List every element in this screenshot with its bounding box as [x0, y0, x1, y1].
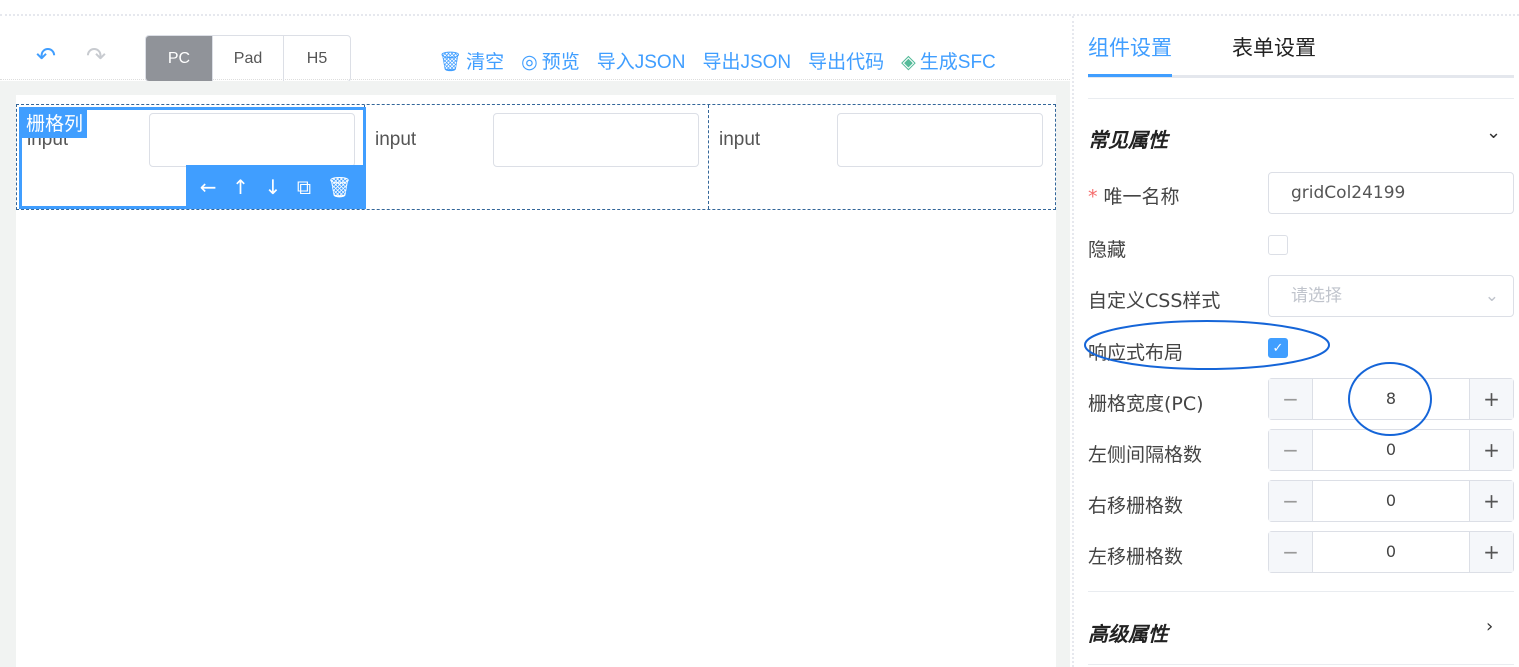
- offset-label: 左侧间隔格数: [1088, 444, 1203, 466]
- eye-icon: ◎: [521, 52, 538, 73]
- chevron-right-icon[interactable]: ›: [1486, 616, 1493, 637]
- export-code-button[interactable]: 导出代码: [808, 47, 884, 74]
- move-up-icon[interactable]: ↑: [232, 175, 249, 199]
- tab-component-settings[interactable]: 组件设置: [1088, 32, 1172, 77]
- device-h5-button[interactable]: H5: [283, 36, 350, 81]
- device-switch: PC Pad H5: [145, 35, 351, 82]
- undo-icon[interactable]: ↶: [36, 44, 56, 68]
- decrement-button[interactable]: −: [1269, 532, 1313, 572]
- advanced-section-title[interactable]: 高级属性: [1088, 618, 1168, 647]
- chevron-down-icon: ⌄: [1484, 286, 1499, 306]
- hidden-checkbox[interactable]: [1268, 235, 1288, 255]
- name-label: * 唯一名称: [1088, 186, 1180, 208]
- grid-col[interactable]: input: [365, 105, 709, 209]
- increment-button[interactable]: +: [1469, 532, 1513, 572]
- css-select[interactable]: 请选择 ⌄: [1268, 275, 1514, 317]
- copy-icon[interactable]: ⧉: [297, 175, 311, 199]
- layers-icon: ◈: [901, 52, 916, 73]
- divider: [1088, 664, 1514, 665]
- tab-form-settings[interactable]: 表单设置: [1232, 32, 1316, 62]
- span-stepper[interactable]: −8 +: [1268, 378, 1514, 420]
- css-label: 自定义CSS样式: [1088, 290, 1221, 312]
- design-canvas: input input input 栅格列 ← ↑ ↓ ⧉ 🗑: [0, 81, 1070, 667]
- span-label: 栅格宽度(PC): [1088, 393, 1204, 415]
- increment-button[interactable]: +: [1469, 379, 1513, 419]
- offset-stepper[interactable]: −0 +: [1268, 429, 1514, 471]
- pull-stepper[interactable]: −0 +: [1268, 531, 1514, 573]
- device-pad-button[interactable]: Pad: [212, 36, 283, 81]
- field-label: input: [375, 129, 417, 150]
- settings-panel: 组件设置 表单设置 常见属性 ⌄ * 唯一名称 gridCol24199 隐藏 自…: [1072, 16, 1519, 667]
- form-board: input input input 栅格列 ← ↑ ↓ ⧉ 🗑: [16, 95, 1056, 667]
- device-pc-button[interactable]: PC: [146, 36, 212, 81]
- toolbar: ↶ ↷ PC Pad H5 🗑 清空 ◎ 预览 导入JSON 导出JSON 导出代码…: [0, 16, 1070, 82]
- redo-icon[interactable]: ↷: [86, 44, 106, 68]
- divider: [1088, 98, 1514, 99]
- trash-icon: 🗑: [438, 52, 463, 73]
- clear-button[interactable]: 🗑 清空: [438, 47, 504, 74]
- delete-icon[interactable]: 🗑: [327, 175, 352, 199]
- input-field[interactable]: [837, 113, 1043, 167]
- chevron-down-icon[interactable]: ⌄: [1486, 122, 1501, 143]
- responsive-checkbox[interactable]: ✓: [1268, 338, 1288, 358]
- move-left-icon[interactable]: ←: [200, 175, 217, 199]
- decrement-button[interactable]: −: [1269, 430, 1313, 470]
- responsive-label: 响应式布局: [1088, 342, 1184, 364]
- field-label: input: [719, 129, 761, 150]
- input-field[interactable]: [493, 113, 699, 167]
- grid-row[interactable]: input input input 栅格列 ← ↑ ↓ ⧉ 🗑: [16, 104, 1056, 210]
- push-label: 右移栅格数: [1088, 495, 1184, 517]
- pull-label: 左移栅格数: [1088, 546, 1184, 568]
- hidden-label: 隐藏: [1088, 239, 1127, 261]
- move-down-icon[interactable]: ↓: [265, 175, 282, 199]
- common-section-title[interactable]: 常见属性: [1088, 124, 1168, 153]
- generate-sfc-button[interactable]: ◈ 生成SFC: [901, 47, 996, 74]
- decrement-button[interactable]: −: [1269, 481, 1313, 521]
- import-json-button[interactable]: 导入JSON: [597, 47, 686, 74]
- increment-button[interactable]: +: [1469, 481, 1513, 521]
- preview-button[interactable]: ◎ 预览: [521, 47, 580, 74]
- selected-tag: 栅格列: [22, 110, 88, 138]
- name-input[interactable]: gridCol24199: [1268, 172, 1514, 214]
- increment-button[interactable]: +: [1469, 430, 1513, 470]
- push-stepper[interactable]: −0 +: [1268, 480, 1514, 522]
- decrement-button[interactable]: −: [1269, 379, 1313, 419]
- export-json-button[interactable]: 导出JSON: [702, 47, 791, 74]
- divider: [1088, 591, 1514, 592]
- grid-col[interactable]: input: [709, 105, 1055, 209]
- selected-grid-col[interactable]: 栅格列 ← ↑ ↓ ⧉ 🗑: [19, 107, 366, 209]
- column-toolbar: ← ↑ ↓ ⧉ 🗑: [186, 165, 366, 209]
